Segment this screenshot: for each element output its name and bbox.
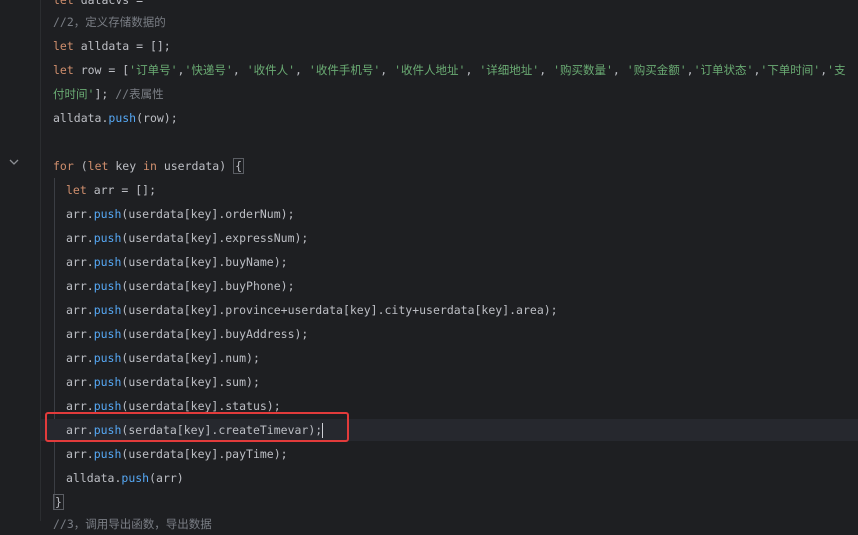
- code-line-text: alldata.push(row);: [53, 111, 178, 125]
- code-line: arr.push(userdata[key].payTime);: [41, 443, 858, 465]
- code-editor[interactable]: let datacvs = //2，定义存储数据的 let alldata = …: [40, 0, 858, 531]
- code-line-text: let arr = [];: [66, 183, 157, 197]
- annotation-highlight-box: [45, 412, 349, 442]
- code-line-text: arr.push(userdata[key].buyName);: [66, 255, 288, 269]
- code-line-text: arr.push(userdata[key].num);: [66, 351, 260, 365]
- code-line: arr.push(userdata[key].expressNum);: [41, 227, 858, 249]
- code-line-text: let row = ['订单号','快递号', '收件人', '收件手机号', …: [53, 63, 846, 77]
- code-line: for (let key in userdata) {: [41, 155, 858, 177]
- code-line-text: arr.push(userdata[key].buyAddress);: [66, 327, 309, 341]
- code-line-text: arr.push(userdata[key].expressNum);: [66, 231, 309, 245]
- editor-gutter: [0, 0, 40, 521]
- code-line: 付时间']; //表属性: [41, 83, 858, 105]
- code-line: let row = ['订单号','快递号', '收件人', '收件手机号', …: [41, 59, 858, 81]
- chevron-down-icon[interactable]: [7, 155, 21, 169]
- code-line-text: arr.push(userdata[key].province+userdata…: [66, 303, 558, 317]
- code-line-text: }: [53, 494, 64, 510]
- code-line-text: arr.push(userdata[key].payTime);: [66, 447, 288, 461]
- code-line: arr.push(userdata[key].province+userdata…: [41, 299, 858, 321]
- code-line-text: arr.push(userdata[key].orderNum);: [66, 207, 295, 221]
- code-line-text: let alldata = [];: [53, 39, 171, 53]
- code-line-text: alldata.push(arr): [66, 471, 184, 485]
- code-line: alldata.push(row);: [41, 107, 858, 129]
- code-line: arr.push(userdata[key].sum);: [41, 371, 858, 393]
- code-line-text: //2，定义存储数据的: [53, 15, 166, 29]
- code-line: arr.push(userdata[key].buyAddress);: [41, 323, 858, 345]
- code-line: arr.push(userdata[key].buyName);: [41, 251, 858, 273]
- code-line: arr.push(userdata[key].num);: [41, 347, 858, 369]
- code-line-text: for (let key in userdata) {: [53, 158, 245, 174]
- code-line-text: let datacvs =: [53, 0, 150, 7]
- code-line: arr.push(userdata[key].buyPhone);: [41, 275, 858, 297]
- code-line: let arr = [];: [41, 179, 858, 201]
- code-line-text: //3，调用导出函数，导出数据: [53, 517, 212, 531]
- code-line-text: arr.push(userdata[key].sum);: [66, 375, 260, 389]
- code-line: let datacvs =: [41, 0, 858, 11]
- code-line: let alldata = [];: [41, 35, 858, 57]
- code-line: //2，定义存储数据的: [41, 11, 858, 33]
- code-line: alldata.push(arr): [41, 467, 858, 489]
- code-line: }: [41, 491, 858, 513]
- code-line-text: 付时间']; //表属性: [53, 87, 164, 101]
- code-line: //3，调用导出函数，导出数据: [41, 513, 858, 535]
- code-line: arr.push(userdata[key].orderNum);: [41, 203, 858, 225]
- code-line-text: arr.push(userdata[key].buyPhone);: [66, 279, 295, 293]
